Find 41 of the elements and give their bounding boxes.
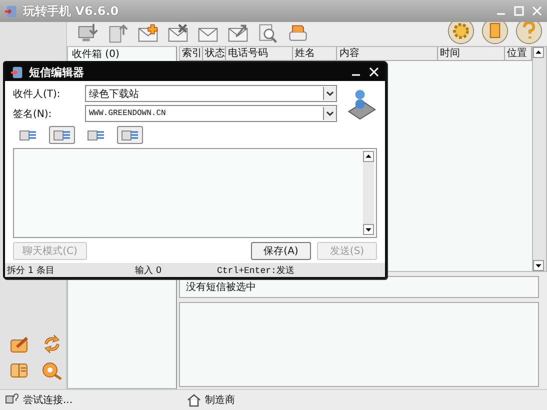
monitor-download-icon[interactable] (77, 22, 99, 44)
dialog-button[interactable]: 保存(A) (251, 242, 311, 260)
scrollbar[interactable] (363, 151, 374, 235)
field-label: 收件人(T): (13, 88, 62, 100)
preview-text: 没有短信被选中 (186, 280, 256, 294)
dialog-status-text: Ctrl+Enter:发送 (217, 264, 294, 276)
dialog-title: 短信编辑器 (29, 64, 84, 80)
mail-plus-icon[interactable] (137, 22, 159, 44)
close-button[interactable] (368, 66, 380, 78)
scroll-up-icon[interactable] (533, 47, 544, 58)
magnifier-icon[interactable] (257, 22, 279, 44)
printer-icon[interactable] (287, 22, 309, 44)
dialog-status-text: 拆分 1 条目 (7, 264, 56, 276)
phone-arrows-icon (4, 4, 19, 18)
phone-arrows-icon (10, 64, 25, 80)
message-input[interactable] (13, 148, 377, 238)
connection-status: 尝试连接... (23, 394, 74, 407)
maximize-button[interactable] (513, 5, 525, 17)
house-icon (187, 393, 201, 407)
window-title: 玩转手机 V6.6.0 (23, 2, 119, 20)
scroll-down-icon[interactable] (533, 260, 544, 271)
clear-icon[interactable] (117, 126, 143, 144)
column-header[interactable]: 状态 (203, 47, 226, 60)
vendor-status: 制造商 (205, 394, 235, 407)
scroll-up-icon[interactable] (363, 151, 374, 162)
gear-icon[interactable] (447, 22, 475, 45)
column-header[interactable]: 电话号码 (226, 47, 294, 60)
scrollbar[interactable] (532, 47, 546, 271)
mail-x-icon[interactable] (167, 22, 189, 44)
combo-field[interactable]: 绿色下载站 (85, 85, 337, 102)
field-label: 签名(N): (13, 108, 53, 120)
mail-arrow-icon[interactable] (227, 22, 249, 44)
column-header[interactable]: 姓名 (293, 47, 338, 60)
scroll-down-icon[interactable] (363, 224, 374, 235)
column-header[interactable]: 内容 (337, 47, 438, 60)
column-header[interactable]: 索引 (180, 47, 203, 60)
group-list-icon[interactable] (49, 126, 75, 144)
dialog-status-text: 输入 0 (135, 264, 163, 276)
folder-item[interactable]: 收件箱 (0) (72, 49, 120, 60)
combo-field[interactable]: WWW.GREENDOWN.CN (85, 105, 337, 122)
column-header[interactable]: 时间 (438, 47, 506, 60)
